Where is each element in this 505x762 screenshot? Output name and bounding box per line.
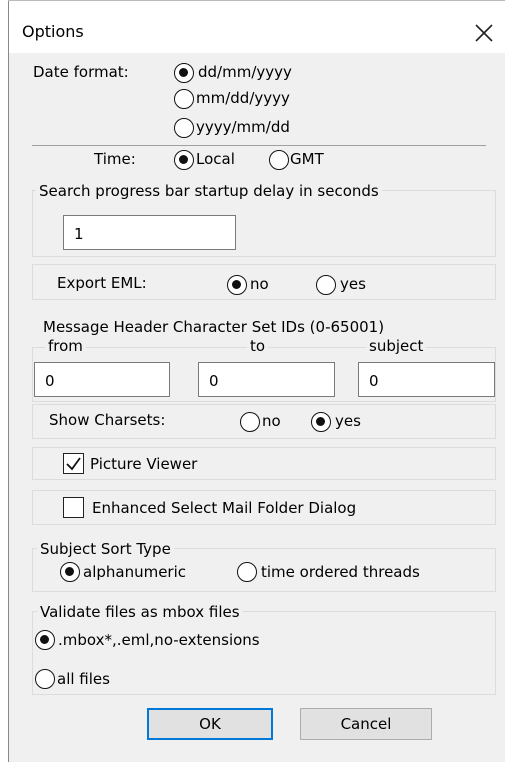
radio-sort-threads-label[interactable]: time ordered threads	[261, 563, 420, 581]
radio-export-no[interactable]	[227, 275, 247, 295]
search-delay-input[interactable]: 1	[63, 215, 236, 250]
separator	[32, 145, 486, 146]
charset-to-label: to	[247, 337, 269, 355]
radio-time-local-label[interactable]: Local	[196, 150, 235, 168]
options-dialog: Options Date format: dd/mm/yyyy mm/dd/yy…	[0, 0, 505, 762]
dialog-title: Options	[22, 22, 84, 41]
radio-time-gmt[interactable]	[269, 150, 289, 170]
radio-sort-threads[interactable]	[237, 562, 257, 582]
radio-date-mmddyyyy-label[interactable]: mm/dd/yyyy	[196, 89, 290, 107]
radio-date-ddmmyyyy[interactable]	[174, 63, 194, 83]
charset-to-input[interactable]: 0	[198, 362, 335, 397]
enhanced-select-checkbox[interactable]	[63, 497, 84, 518]
radio-date-mmddyyyy[interactable]	[174, 89, 194, 109]
charset-from-input[interactable]: 0	[34, 362, 170, 397]
close-button[interactable]	[465, 14, 499, 48]
subject-sort-label: Subject Sort Type	[37, 540, 174, 558]
radio-charsets-no-label[interactable]: no	[262, 412, 281, 430]
radio-validate-mbox-label[interactable]: .mbox*,.eml,no-extensions	[58, 631, 260, 649]
radio-date-yyyymmdd-label[interactable]: yyyy/mm/dd	[196, 118, 290, 136]
search-delay-label: Search progress bar startup delay in sec…	[36, 182, 382, 200]
charset-subject-label: subject	[366, 337, 427, 355]
charset-ids-label: Message Header Character Set IDs (0-6500…	[43, 318, 385, 336]
radio-export-yes[interactable]	[316, 275, 336, 295]
radio-sort-alphanumeric-label[interactable]: alphanumeric	[83, 563, 186, 581]
show-charsets-label: Show Charsets:	[49, 411, 166, 429]
radio-charsets-no[interactable]	[240, 412, 260, 432]
cancel-button[interactable]: Cancel	[300, 708, 432, 740]
close-icon	[475, 24, 493, 42]
picture-viewer-checkbox[interactable]	[63, 453, 84, 474]
radio-validate-mbox[interactable]	[35, 630, 55, 650]
charset-from-label: from	[45, 337, 86, 355]
radio-sort-alphanumeric[interactable]	[60, 562, 80, 582]
radio-validate-all[interactable]	[35, 669, 55, 689]
validate-label: Validate files as mbox files	[37, 603, 243, 621]
time-label: Time:	[94, 150, 136, 168]
checkmark-icon	[66, 457, 81, 471]
radio-validate-all-label[interactable]: all files	[57, 670, 110, 688]
enhanced-select-label[interactable]: Enhanced Select Mail Folder Dialog	[92, 499, 356, 517]
radio-export-yes-label[interactable]: yes	[340, 275, 366, 293]
radio-date-ddmmyyyy-label[interactable]: dd/mm/yyyy	[198, 63, 292, 81]
ok-button[interactable]: OK	[147, 708, 273, 740]
radio-export-no-label[interactable]: no	[250, 275, 269, 293]
radio-date-yyyymmdd[interactable]	[174, 118, 194, 138]
radio-charsets-yes-label[interactable]: yes	[335, 412, 361, 430]
charset-subject-input[interactable]: 0	[358, 362, 495, 397]
picture-viewer-label[interactable]: Picture Viewer	[90, 455, 197, 473]
export-eml-label: Export EML:	[57, 274, 147, 292]
radio-time-gmt-label[interactable]: GMT	[290, 150, 324, 168]
date-format-label: Date format:	[33, 63, 129, 81]
radio-charsets-yes[interactable]	[311, 412, 331, 432]
radio-time-local[interactable]	[174, 150, 194, 170]
